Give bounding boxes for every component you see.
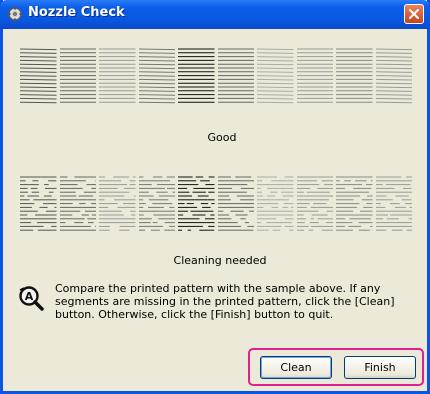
- window-title: Nozzle Check: [28, 5, 125, 20]
- good-nozzle-pattern: [20, 47, 412, 105]
- svg-text:A: A: [25, 290, 34, 303]
- pattern-segment: [257, 48, 294, 104]
- pattern-segment: [59, 176, 96, 231]
- pattern-segment: [296, 48, 333, 103]
- nozzle-check-dialog: Nozzle Check Good Cleaning needed A Comp…: [0, 0, 430, 394]
- good-caption: Good: [207, 131, 237, 144]
- cleaning-needed-pattern: [20, 175, 412, 233]
- finish-button[interactable]: Finish: [344, 356, 416, 379]
- title-bar[interactable]: Nozzle Check: [0, 0, 430, 29]
- pattern-segment: [336, 48, 373, 103]
- pattern-segment: [217, 176, 254, 231]
- pattern-segment: [217, 48, 254, 103]
- help-magnifier-icon: A: [19, 286, 44, 311]
- instruction-message: Compare the printed pattern with the sam…: [55, 282, 395, 321]
- pattern-segment: [20, 48, 57, 104]
- pattern-segment: [20, 176, 57, 231]
- pattern-segment: [99, 176, 136, 231]
- close-icon: [409, 9, 419, 19]
- pattern-segment: [375, 48, 412, 104]
- pattern-segment: [296, 176, 333, 231]
- pattern-segment: [138, 176, 175, 231]
- close-button[interactable]: [404, 4, 424, 24]
- printer-utility-icon: [7, 6, 23, 22]
- pattern-segment: [138, 48, 175, 104]
- pattern-segment: [336, 176, 373, 231]
- pattern-segment: [178, 48, 215, 103]
- pattern-segment: [59, 48, 96, 103]
- clean-button[interactable]: Clean: [260, 356, 332, 379]
- pattern-segment: [178, 176, 215, 231]
- cleaning-needed-caption: Cleaning needed: [173, 254, 267, 267]
- pattern-segment: [257, 176, 294, 231]
- pattern-segment: [99, 48, 136, 103]
- pattern-segment: [375, 176, 412, 231]
